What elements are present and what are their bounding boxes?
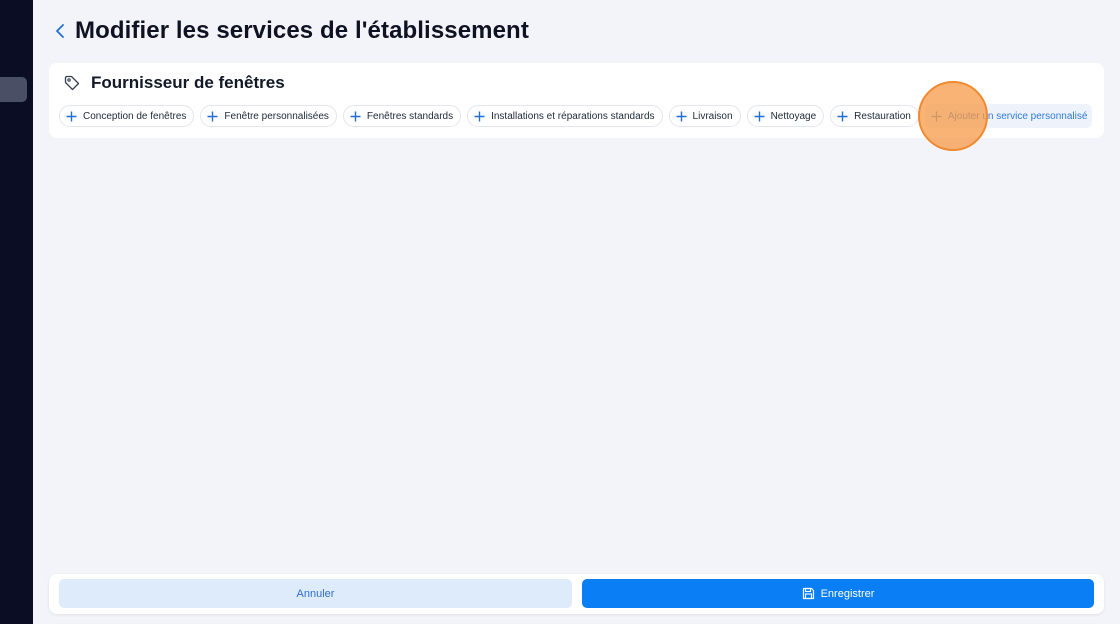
save-button-label: Enregistrer: [820, 587, 875, 600]
service-chip-label: Conception de fenêtres: [83, 110, 187, 122]
chevron-left-icon: [56, 24, 64, 38]
sidebar-active-item[interactable]: [0, 77, 27, 102]
add-custom-service-button[interactable]: Ajouter un service personnalisé: [924, 104, 1093, 128]
page-header: Modifier les services de l'établissement: [50, 14, 529, 48]
service-chip-label: Nettoyage: [770, 110, 817, 122]
plus-icon: [66, 111, 77, 122]
tag-icon: [63, 74, 81, 92]
plus-icon: [931, 111, 942, 122]
save-button[interactable]: Enregistrer: [582, 579, 1094, 608]
plus-icon: [676, 111, 687, 122]
cancel-button[interactable]: Annuler: [59, 579, 572, 608]
cancel-button-label: Annuler: [296, 587, 335, 600]
left-sidebar: [0, 0, 33, 624]
plus-icon: [350, 111, 361, 122]
service-chip[interactable]: Livraison: [668, 105, 741, 127]
page-title: Modifier les services de l'établissement: [75, 17, 529, 44]
plus-icon: [754, 111, 765, 122]
service-chip-label: Fenêtres standards: [366, 110, 454, 122]
back-button[interactable]: [50, 19, 70, 43]
plus-icon: [474, 111, 485, 122]
service-chip[interactable]: Fenêtres standards: [342, 105, 462, 127]
category-card: Fournisseur de fenêtres Conception de fe…: [49, 63, 1104, 138]
service-chip[interactable]: Nettoyage: [746, 105, 825, 127]
service-chip[interactable]: Conception de fenêtres: [59, 105, 195, 127]
service-chip-label: Installations et réparations standards: [491, 110, 655, 122]
category-title: Fournisseur de fenêtres: [91, 73, 285, 92]
action-bar: Annuler Enregistrer: [49, 574, 1104, 614]
add-custom-service-label: Ajouter un service personnalisé: [947, 110, 1088, 122]
service-chip-label: Livraison: [692, 110, 733, 122]
plus-icon: [837, 111, 848, 122]
service-chip[interactable]: Restauration: [830, 105, 919, 127]
service-chip-label: Restauration: [854, 110, 911, 122]
service-chip-label: Fenêtre personnalisées: [224, 110, 329, 122]
service-chip[interactable]: Installations et réparations standards: [467, 105, 663, 127]
service-chip-list: Conception de fenêtres Fenêtre personnal…: [59, 104, 1093, 128]
service-chip[interactable]: Fenêtre personnalisées: [200, 105, 337, 127]
plus-icon: [207, 111, 218, 122]
category-header: Fournisseur de fenêtres: [63, 73, 285, 93]
save-icon: [802, 587, 815, 600]
